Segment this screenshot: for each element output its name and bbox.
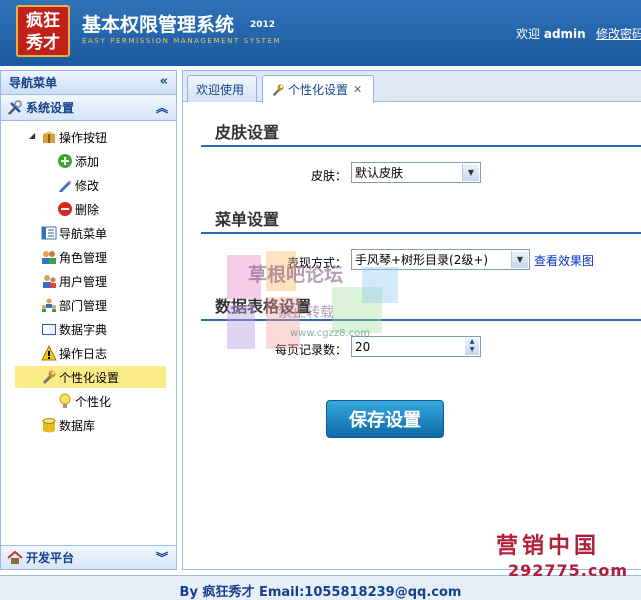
sidebar-item-personalization-settings[interactable]: 个性化设置 xyxy=(15,366,166,388)
home-icon xyxy=(7,550,23,564)
page-size-value: 20 xyxy=(355,339,371,354)
sidebar-item-label: 添加 xyxy=(75,154,100,169)
sidebar-item-database[interactable]: 数据库 xyxy=(41,414,95,436)
section-divider xyxy=(201,232,641,234)
sidebar-item-edit[interactable]: 修改 xyxy=(57,174,99,196)
lightbulb-icon xyxy=(59,393,71,408)
sidebar-item-departments[interactable]: 部门管理 xyxy=(41,294,107,316)
sidebar-item-label: 删除 xyxy=(75,202,100,217)
tab-bar: 欢迎使用 个性化设置 ✕ xyxy=(183,71,641,103)
chevron-up-icon[interactable]: ︽ xyxy=(156,99,168,116)
tab-welcome[interactable]: 欢迎使用 xyxy=(187,75,257,102)
wrench-icon xyxy=(42,370,56,385)
app-subtitle: EASY PERMISSION MANAGEMENT SYSTEM xyxy=(82,37,282,45)
page-size-spinner[interactable]: 20 ▲ ▼ xyxy=(351,336,481,357)
sidebar-title: 导航菜单 xyxy=(9,76,58,90)
sidebar-item-dictionary[interactable]: 数据字典 xyxy=(41,318,107,340)
close-icon[interactable]: ✕ xyxy=(353,83,362,96)
skin-select[interactable]: 默认皮肤 ▼ xyxy=(351,162,481,183)
accordion-dev-platform[interactable]: 开发平台 ︾ xyxy=(1,545,176,569)
sidebar-item-label: 修改 xyxy=(75,178,100,193)
wrench-icon xyxy=(272,83,284,96)
sidebar-item-nav-menu[interactable]: 导航菜单 xyxy=(41,222,107,244)
sidebar: 导航菜单 « 系统设置 ︽ ◢ 操作按钮 添加 修改 删除 导航菜单 角色管理 … xyxy=(0,70,177,570)
welcome-text: 欢迎 admin xyxy=(516,25,586,42)
sidebar-item-roles[interactable]: 角色管理 xyxy=(41,246,107,268)
page-size-label: 每页记录数： xyxy=(274,343,347,357)
accordion-dev-platform-label: 开发平台 xyxy=(26,551,75,565)
username: admin xyxy=(543,27,586,41)
package-icon xyxy=(43,131,55,143)
users-icon xyxy=(42,251,56,264)
sidebar-item-label: 部门管理 xyxy=(59,298,108,313)
accordion-system-settings[interactable]: 系统设置 ︽ xyxy=(1,95,176,121)
change-password-link[interactable]: 修改密码 xyxy=(596,25,641,42)
tab-label: 欢迎使用 xyxy=(196,82,245,97)
app-year: 2012 xyxy=(250,20,276,30)
spinner-arrows-icon[interactable]: ▲ ▼ xyxy=(465,338,479,355)
main-panel: 欢迎使用 个性化设置 ✕ 皮肤设置 皮肤： 默认皮肤 ▼ 菜单设置 表现方式： … xyxy=(182,70,641,570)
pencil-icon xyxy=(59,180,72,192)
sidebar-item-add[interactable]: 添加 xyxy=(57,150,99,172)
dropdown-arrow-icon[interactable]: ▼ xyxy=(511,251,528,268)
menu-mode-select-value: 手风琴+树形目录(2级+) xyxy=(355,253,489,267)
sidebar-header: 导航菜单 « xyxy=(1,71,176,95)
sidebar-item-label: 数据字典 xyxy=(59,322,108,337)
badge-line1: 营销中国 xyxy=(496,534,601,559)
tools-icon xyxy=(8,99,22,115)
badge-line2: 292775.com xyxy=(508,561,629,580)
app-title: 基本权限管理系统 xyxy=(82,14,235,36)
sidebar-item-operation-log[interactable]: 操作日志 xyxy=(41,342,107,364)
save-settings-button[interactable]: 保存设置 xyxy=(326,400,444,438)
preview-link[interactable]: 查看效果图 xyxy=(534,252,594,269)
tab-personalization[interactable]: 个性化设置 ✕ xyxy=(262,75,374,103)
nav-tree: ◢ 操作按钮 添加 修改 删除 导航菜单 角色管理 用户管理 部门管理 数据字典… xyxy=(1,121,176,541)
warning-icon xyxy=(41,345,57,361)
book-icon xyxy=(42,324,56,335)
section-divider xyxy=(201,319,641,321)
tree-expand-arrow-icon[interactable]: ◢ xyxy=(29,131,35,140)
delete-icon xyxy=(58,202,72,216)
section-divider xyxy=(201,145,641,147)
user-icon xyxy=(43,275,56,288)
skin-label: 皮肤： xyxy=(310,169,347,183)
skin-section-title: 皮肤设置 xyxy=(215,123,280,142)
sidebar-item-operation-buttons[interactable]: 操作按钮 xyxy=(41,126,107,148)
sidebar-item-label: 导航菜单 xyxy=(59,226,108,241)
watermark-line1: 草根吧论坛 xyxy=(248,264,344,286)
chevron-down-icon[interactable]: ︾ xyxy=(156,549,168,566)
collapse-left-icon[interactable]: « xyxy=(160,74,168,89)
tab-label: 个性化设置 xyxy=(288,83,349,97)
sidebar-item-label: 操作按钮 xyxy=(59,130,108,145)
database-icon xyxy=(42,418,56,433)
sidebar-item-label: 个性化设置 xyxy=(59,370,120,385)
app-header: 疯狂 秀才 基本权限管理系统 2012 EASY PERMISSION MANAG… xyxy=(0,0,641,66)
sidebar-item-label: 角色管理 xyxy=(59,250,108,265)
department-icon xyxy=(42,298,56,312)
sidebar-item-personalize[interactable]: 个性化 xyxy=(57,390,111,412)
sidebar-item-label: 操作日志 xyxy=(59,346,108,361)
welcome-prefix: 欢迎 xyxy=(516,27,541,41)
accordion-system-settings-label: 系统设置 xyxy=(26,101,75,115)
menu-mode-select[interactable]: 手风琴+树形目录(2级+) ▼ xyxy=(351,249,530,270)
sidebar-item-label: 用户管理 xyxy=(59,274,108,289)
app-logo: 疯狂 秀才 xyxy=(16,5,70,57)
add-icon xyxy=(58,154,72,168)
sidebar-item-label: 数据库 xyxy=(59,418,96,433)
sidebar-item-users[interactable]: 用户管理 xyxy=(41,270,107,292)
menu-section-title: 菜单设置 xyxy=(215,210,280,229)
sidebar-item-label: 个性化 xyxy=(75,394,112,409)
menu-icon xyxy=(41,226,57,240)
watermark-line3: www.cgzz8.com xyxy=(290,328,371,339)
dropdown-arrow-icon[interactable]: ▼ xyxy=(462,164,479,181)
watermark-line2: 禁止转载 xyxy=(278,305,334,321)
sidebar-item-delete[interactable]: 删除 xyxy=(57,198,99,220)
skin-select-value: 默认皮肤 xyxy=(355,166,404,180)
